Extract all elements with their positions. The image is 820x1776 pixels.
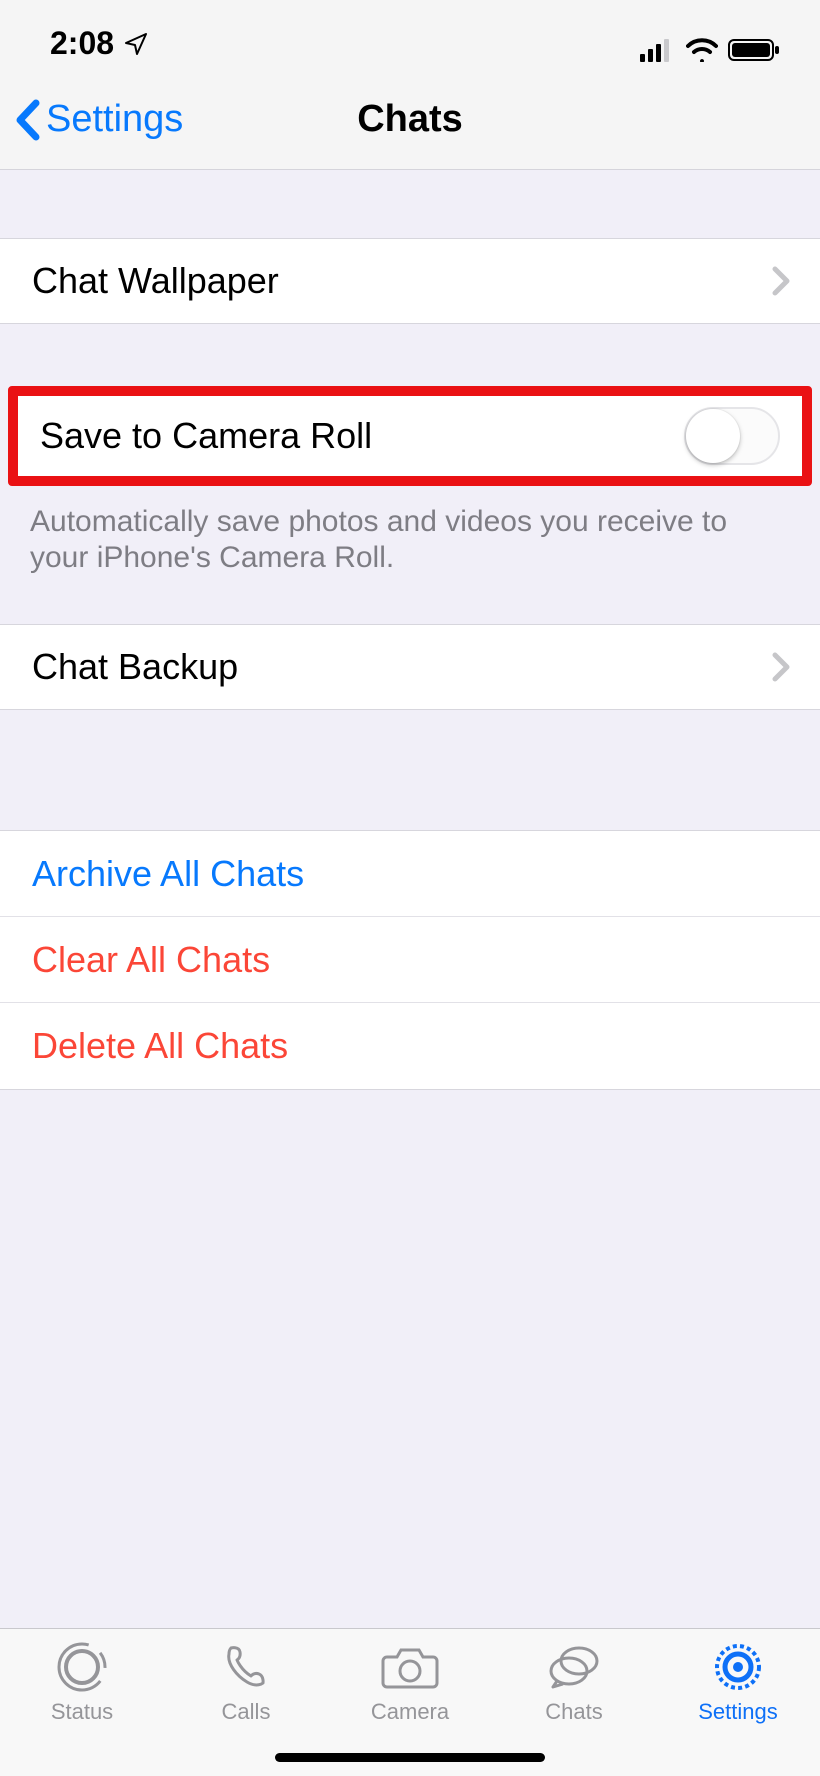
- tab-camera-label: Camera: [371, 1699, 449, 1725]
- content: Chat Wallpaper Save to Camera Roll Autom…: [0, 170, 820, 1090]
- save-to-camera-roll-note: Automatically save photos and videos you…: [0, 486, 820, 576]
- camera-icon: [381, 1639, 439, 1695]
- tab-calls-label: Calls: [222, 1699, 271, 1725]
- wifi-icon: [686, 38, 718, 62]
- archive-all-chats-label: Archive All Chats: [32, 853, 304, 895]
- nav-bar: Settings Chats: [0, 70, 820, 170]
- status-icon: [56, 1639, 108, 1695]
- chevron-left-icon: [14, 99, 42, 141]
- save-to-camera-roll-label: Save to Camera Roll: [40, 415, 372, 457]
- clear-all-chats-label: Clear All Chats: [32, 939, 270, 981]
- phone-icon: [221, 1639, 271, 1695]
- tab-status-label: Status: [51, 1699, 113, 1725]
- save-to-camera-roll-row[interactable]: Save to Camera Roll: [18, 396, 802, 476]
- tab-chats-label: Chats: [545, 1699, 602, 1725]
- save-to-camera-roll-highlight: Save to Camera Roll: [8, 386, 812, 486]
- chevron-right-icon: [772, 266, 790, 296]
- status-right: [640, 38, 782, 62]
- home-indicator[interactable]: [275, 1753, 545, 1762]
- chats-icon: [545, 1639, 603, 1695]
- cellular-icon: [640, 38, 676, 62]
- status-bar: 2:08: [0, 0, 820, 70]
- toggle-knob: [686, 409, 740, 463]
- gear-icon: [713, 1639, 763, 1695]
- clear-all-chats-button[interactable]: Clear All Chats: [0, 917, 820, 1003]
- save-to-camera-roll-toggle[interactable]: [684, 407, 780, 465]
- tab-settings-label: Settings: [698, 1699, 778, 1725]
- chevron-right-icon: [772, 652, 790, 682]
- location-icon: [124, 32, 148, 56]
- archive-all-chats-button[interactable]: Archive All Chats: [0, 831, 820, 917]
- delete-all-chats-button[interactable]: Delete All Chats: [0, 1003, 820, 1089]
- chat-backup-row[interactable]: Chat Backup: [0, 624, 820, 710]
- tab-settings[interactable]: Settings: [663, 1639, 813, 1776]
- chat-actions-group: Archive All Chats Clear All Chats Delete…: [0, 830, 820, 1090]
- chat-backup-label: Chat Backup: [32, 646, 238, 688]
- chat-wallpaper-row[interactable]: Chat Wallpaper: [0, 238, 820, 324]
- back-button[interactable]: Settings: [14, 98, 183, 141]
- back-label: Settings: [46, 98, 183, 141]
- status-time: 2:08: [50, 25, 114, 62]
- tab-status[interactable]: Status: [7, 1639, 157, 1776]
- delete-all-chats-label: Delete All Chats: [32, 1025, 288, 1067]
- battery-icon: [728, 38, 782, 62]
- chat-wallpaper-label: Chat Wallpaper: [32, 260, 279, 302]
- status-left: 2:08: [50, 25, 148, 62]
- nav-title: Chats: [357, 98, 463, 141]
